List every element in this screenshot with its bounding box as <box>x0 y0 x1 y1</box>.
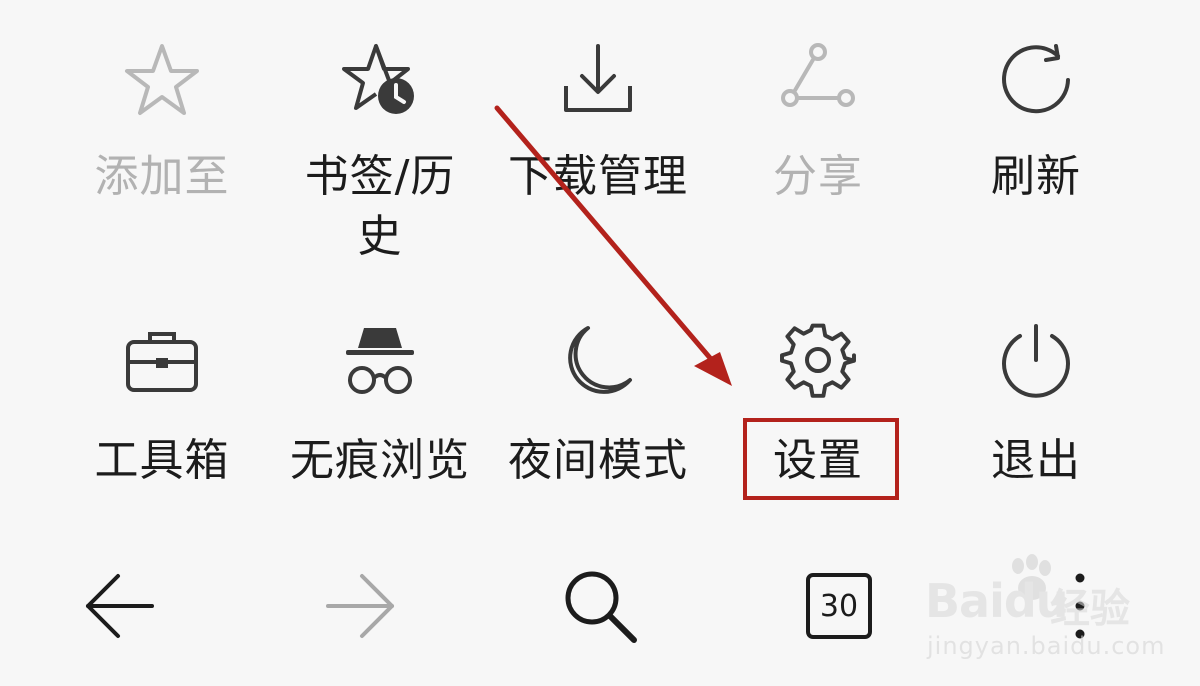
forward-arrow-icon[interactable] <box>320 566 400 646</box>
back-arrow-icon[interactable] <box>80 566 160 646</box>
watermark-url: jingyan.baidu.com <box>927 632 1166 660</box>
watermark-brand: Baidu <box>925 574 1069 628</box>
watermark-brand-cn: 经验 <box>1050 586 1130 632</box>
tab-count: 30 <box>819 588 859 624</box>
search-icon[interactable] <box>560 566 640 646</box>
baidu-jingyan-watermark: Baidu 经验 jingyan.baidu.com <box>905 552 1195 672</box>
tabs-button[interactable]: 30 <box>806 573 872 639</box>
